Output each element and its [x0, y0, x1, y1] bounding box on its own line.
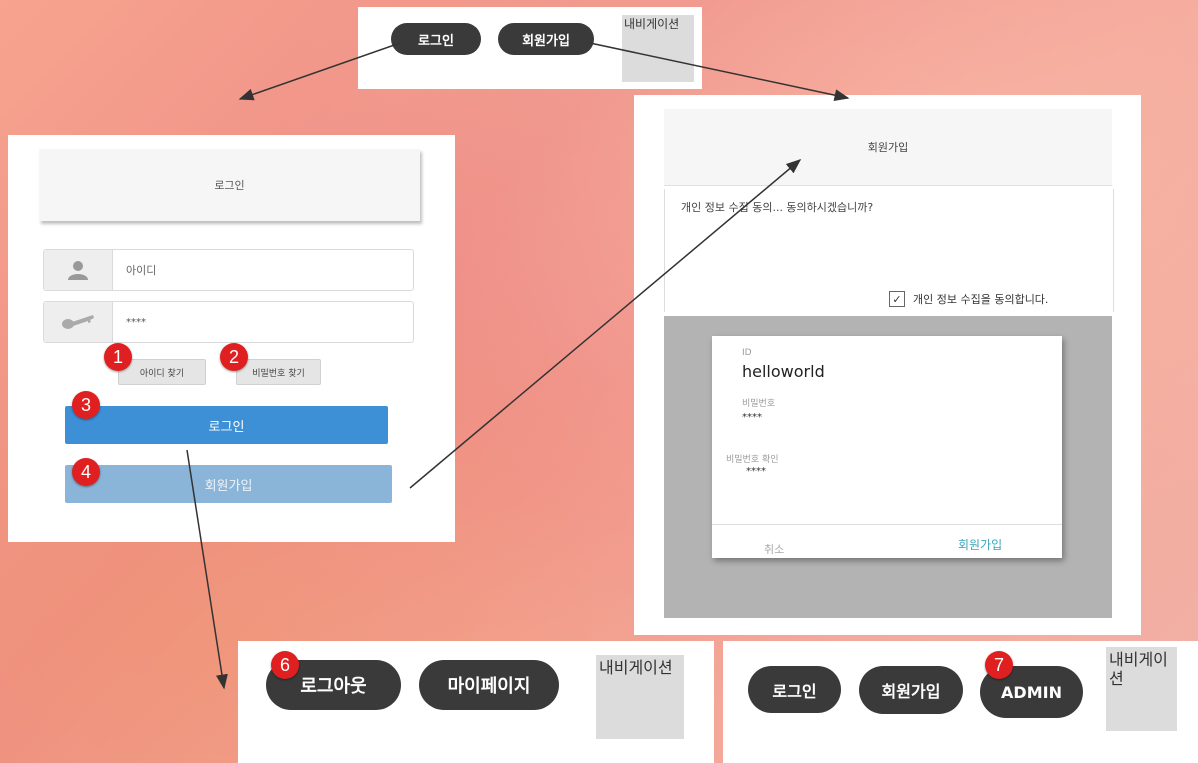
badge-4: 4 [72, 458, 100, 486]
badge-3: 3 [72, 391, 100, 419]
arrow-signup-button-to-signup [409, 159, 802, 489]
arrow-signup-to-signup-panel [589, 42, 850, 102]
badge-6: 6 [271, 651, 299, 679]
badge-1: 1 [104, 343, 132, 371]
badge-7: 7 [985, 651, 1013, 679]
arrow-login-to-login-panel [238, 42, 401, 101]
arrow-login-to-logged-in [186, 449, 228, 690]
badge-2: 2 [220, 343, 248, 371]
flow-arrows [186, 42, 850, 690]
